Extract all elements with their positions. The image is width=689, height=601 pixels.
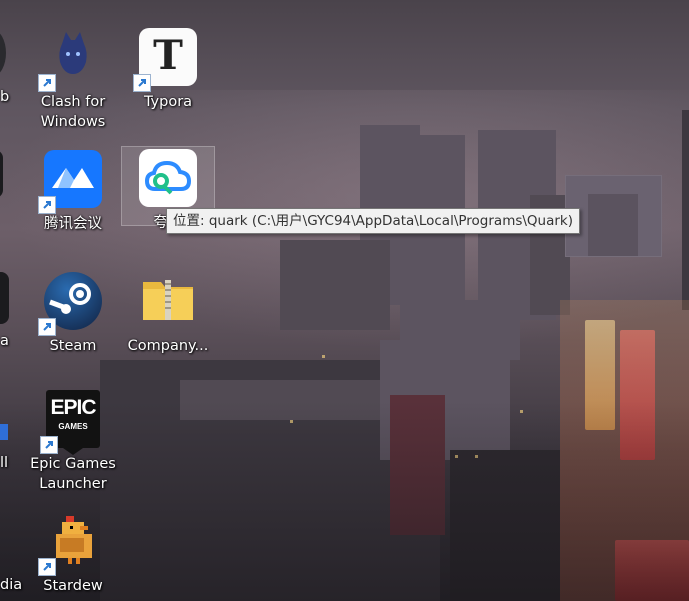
- partial-icon-label[interactable]: a: [0, 333, 9, 349]
- desktop-icon-steam[interactable]: Steam: [26, 272, 120, 356]
- wallpaper-window-light: [322, 355, 325, 358]
- desktop-icon-label: Stardew: [43, 578, 103, 594]
- steam-icon: [38, 272, 102, 336]
- wallpaper-building: [280, 240, 390, 330]
- desktop-icon-label: Typora: [143, 94, 193, 110]
- desktop-icon-company-zip[interactable]: Company...: [121, 272, 215, 356]
- desktop-icon-clash-for-windows[interactable]: Clash for Windows: [26, 28, 120, 132]
- desktop-icon-stardew[interactable]: Stardew: [26, 512, 120, 596]
- typora-t-icon: T: [133, 28, 197, 92]
- quark-cloud-icon: [139, 149, 197, 207]
- partial-icon-label[interactable]: dia: [0, 577, 22, 593]
- desktop-icon-label: 腾讯会议: [44, 216, 102, 232]
- epic-sub-glyph: GAMES: [58, 422, 88, 431]
- desktop-icon-label: Epic Games Launcher: [30, 456, 116, 492]
- partial-app-icon[interactable]: [0, 150, 3, 198]
- shortcut-arrow-icon: [38, 74, 56, 92]
- partial-app-icon[interactable]: [0, 424, 8, 440]
- shortcut-arrow-icon: [40, 436, 58, 454]
- epic-games-icon: EPIC GAMES: [40, 390, 100, 455]
- desktop-icon-label: Clash for Windows: [40, 94, 106, 130]
- typora-glyph: T: [153, 32, 183, 79]
- desktop-icon-tencent-meeting[interactable]: 腾讯会议: [26, 150, 120, 234]
- tencent-meeting-icon: [38, 150, 102, 214]
- stardew-chicken-icon: [38, 512, 102, 576]
- desktop-icon-label: Company...: [127, 338, 209, 354]
- shortcut-arrow-icon: [38, 318, 56, 336]
- shortcut-arrow-icon: [133, 74, 151, 92]
- shortcut-arrow-icon: [38, 558, 56, 576]
- shortcut-arrow-icon: [38, 196, 56, 214]
- icon-location-tooltip: 位置: quark (C:\用户\GYC94\AppData\Local\Pro…: [166, 208, 581, 234]
- partial-icon-label[interactable]: b: [0, 89, 9, 105]
- desktop-icon-epic-games[interactable]: EPIC GAMES Epic Games Launcher: [26, 390, 120, 494]
- partial-icon-label[interactable]: ll: [0, 455, 8, 471]
- clash-cat-icon: [38, 28, 102, 92]
- zip-folder-icon: [139, 272, 197, 330]
- partial-app-icon[interactable]: [0, 272, 9, 324]
- epic-tab-shape: [63, 448, 83, 455]
- epic-glyph: EPIC: [50, 396, 96, 419]
- wallpaper-building: [682, 110, 689, 310]
- desktop-icon-label: Steam: [49, 338, 97, 354]
- desktop-icon-typora[interactable]: T Typora: [121, 28, 215, 112]
